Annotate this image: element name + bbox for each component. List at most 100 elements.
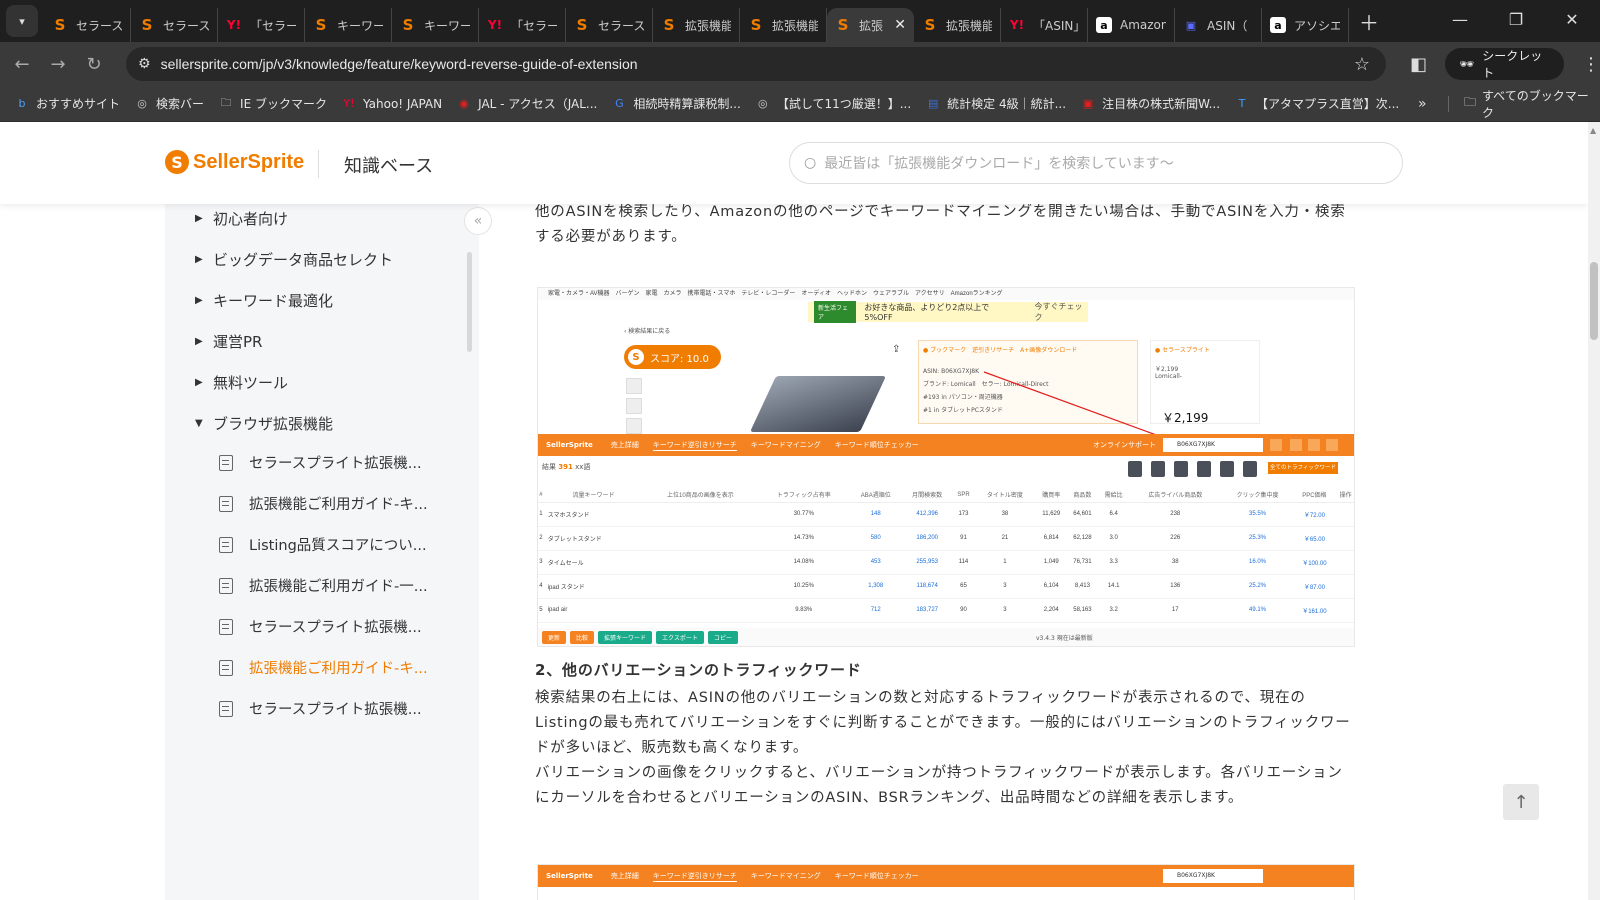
new-tab-button[interactable]: ＋ (1359, 7, 1379, 36)
tab-favicon-icon: ▣ (1185, 18, 1197, 32)
table-cell: 118,674 (901, 574, 953, 599)
bookmark-label: IE ブックマーク (240, 97, 327, 111)
reload-button[interactable]: ↻ (76, 54, 112, 75)
jsc-icon: ▤ (927, 97, 939, 110)
search-input[interactable]: ○ 最近皆は「拡張機能ダウンロード」を検索しています〜 (789, 142, 1403, 184)
table-cell: 3.0 (1098, 526, 1130, 551)
sidebar-category[interactable]: ▶ 運営PR (195, 331, 262, 352)
ext-tab: 売上詳細 (610, 872, 639, 880)
sidebar-category[interactable]: ▶ 無料ツール (195, 372, 288, 393)
minimize-button[interactable]: — (1432, 0, 1488, 40)
browser-tab[interactable]: S 拡張機能 (740, 8, 827, 42)
browser-tab[interactable]: a アソシエ (1262, 8, 1349, 42)
browser-tab[interactable]: S セラースプライト (566, 8, 653, 42)
ext-tab: キーワード逆引きリサーチ (652, 871, 737, 882)
menu-icon[interactable]: ⋮ (1582, 54, 1600, 75)
bookmark-star-icon[interactable]: ☆ (1354, 54, 1370, 75)
forward-button[interactable]: → (40, 54, 76, 75)
sidebar-scrollbar[interactable] (467, 252, 472, 352)
sidebar-doc-item[interactable]: セラースプライト拡張機... (219, 452, 422, 473)
bookmark-item[interactable]: T 【アタマプラス直営】次... (1234, 95, 1400, 112)
bookmark-item[interactable]: ▤ 統計検定 4級｜統計... (925, 95, 1066, 112)
bookmark-list: b おすすめサイト ◎ 検索バー 🗀 IE ブックマーク Y! Yahoo! JAPAN ◉ JA… (0, 95, 1400, 112)
site-info-icon[interactable]: ⚙ (138, 56, 151, 72)
table-cell: ￥100.00 (1293, 550, 1336, 575)
browser-tab[interactable]: Y! 「ASIN」 (1001, 8, 1088, 42)
table-cell: 3.2 (1098, 598, 1130, 623)
bookmark-label: 統計検定 4級｜統計... (947, 97, 1067, 111)
browser-tab[interactable]: S キーワード (392, 8, 479, 42)
browser-tab[interactable]: Y! 「セラースプライト (218, 8, 305, 42)
browser-toolbar: ← → ↻ ⚙ sellersprite.com/jp/v3/knowledge… (0, 42, 1600, 86)
sidebar-doc-item[interactable]: 拡張機能ご利用ガイド-キ... (219, 493, 428, 514)
url-text[interactable]: sellersprite.com/jp/v3/knowledge/feature… (161, 56, 638, 72)
bookmark-item[interactable]: G 相続時精算課税制... (611, 95, 741, 112)
bookmark-item[interactable]: ◎ 【試して11つ厳選！】... (755, 95, 911, 112)
browser-tab[interactable]: S 拡張機能 (653, 8, 740, 42)
site-logo[interactable]: S SellerSprite (165, 150, 304, 174)
sidebar-doc-item[interactable]: Listing品質スコアについ... (219, 534, 427, 555)
address-bar[interactable]: ⚙ sellersprite.com/jp/v3/knowledge/featu… (126, 47, 1386, 81)
scroll-thumb[interactable] (1590, 262, 1598, 340)
article-screenshot: 家電・カメラ・AV機器 バーゲン 家電 カメラ 携帯電話・スマホ テレビ・レコー… (537, 287, 1355, 647)
ext-tab: キーワード逆引きリサーチ (652, 440, 737, 451)
tab-favicon-icon: S (141, 16, 153, 34)
sidebar-doc-item[interactable]: 拡張機能ご利用ガイド-キ... (219, 657, 428, 678)
maximize-button[interactable]: ❐ (1488, 0, 1544, 40)
ext-bottom-button: 更新 (542, 630, 567, 644)
page-scrollbar[interactable]: ▲ (1588, 122, 1600, 900)
bookmark-item[interactable]: Y! Yahoo! JAPAN (341, 95, 442, 112)
bookmark-item[interactable]: 🗀 IE ブックマーク (218, 95, 327, 112)
table-cell: 25.3% (1221, 526, 1294, 551)
table-cell: 8,413 (1066, 574, 1099, 599)
browser-tab[interactable]: S セラースプライト (44, 8, 131, 42)
table-cell: 49.1% (1221, 598, 1294, 623)
bookmark-label: 相続時精算課税制... (633, 97, 741, 111)
tab-favicon-icon: S (750, 16, 762, 34)
browser-tab[interactable]: S 拡張機能 (914, 8, 1001, 42)
incognito-badge[interactable]: 🕶 シークレット (1445, 48, 1564, 80)
scroll-up-icon[interactable]: ▲ (1590, 126, 1596, 135)
sidebar-doc-item[interactable]: セラースプライト拡張機... (219, 616, 422, 637)
bookmark-item[interactable]: b おすすめサイト (14, 95, 121, 112)
browser-tab[interactable]: S 拡張 ✕ (827, 8, 914, 42)
all-bookmarks-button[interactable]: 🗀 すべてのブックマーク (1464, 87, 1600, 121)
table-cell: 10.25% (757, 574, 850, 599)
table-cell-empty (643, 550, 758, 575)
table-cell: 35.5% (1221, 502, 1294, 527)
table-cell: 6,104 (1035, 574, 1067, 599)
browser-tab[interactable]: Y! 「セラースプライト (479, 8, 566, 42)
sidebar-doc-item[interactable]: 拡張機能ご利用ガイド-一... (219, 575, 428, 596)
side-panel-icon[interactable]: ◧ (1410, 54, 1427, 75)
sidebar-category[interactable]: ▶ キーワード最適化 (195, 290, 333, 311)
table-cell: ￥72.00 (1293, 502, 1336, 527)
extension-bar: SellerSprite 売上詳細 キーワード逆引きリサーチ キーワードマイニン… (538, 865, 1354, 887)
sidebar-category[interactable]: ▶ 初心者向け (195, 208, 288, 229)
browser-tab[interactable]: S キーワード (305, 8, 392, 42)
yahoo-icon: Y! (343, 97, 355, 110)
collapse-sidebar-button[interactable]: « (464, 207, 492, 235)
table-cell: ipad air (543, 598, 644, 623)
document-icon (219, 495, 233, 512)
close-window-button[interactable]: ✕ (1544, 0, 1600, 40)
bookmark-item[interactable]: ◉ JAL - アクセス（JAL... (456, 95, 597, 112)
browser-tab[interactable]: a Amazon (1088, 8, 1175, 42)
sidebar-category[interactable]: ▼ ブラウザ拡張機能 (195, 413, 333, 434)
tab-title: 拡張 (859, 18, 884, 33)
bookmark-item[interactable]: ◎ 検索バー (134, 95, 204, 112)
tab-search-button[interactable]: ▾ (6, 5, 38, 37)
tab-favicon-icon: S (54, 16, 66, 34)
table-header: 上位10商品の画像を表示 (643, 488, 758, 503)
globe-icon: ◎ (758, 97, 768, 110)
back-button[interactable]: ← (4, 54, 40, 75)
sidebar-category[interactable]: ▶ ビッグデータ商品セレクト (195, 249, 393, 270)
back-to-top-button[interactable]: ↑ (1503, 784, 1539, 820)
tab-favicon-icon: a (1096, 17, 1112, 33)
close-tab-icon[interactable]: ✕ (894, 17, 906, 33)
bookmarks-overflow-icon[interactable]: » (1418, 96, 1427, 112)
bookmark-item[interactable]: ▣ 注目株の株式新聞W... (1080, 95, 1220, 112)
browser-tab[interactable]: ▣ ASIN（ (1175, 8, 1262, 42)
tab-favicon-icon: Y! (226, 18, 242, 32)
browser-tab[interactable]: S セラースプライト (131, 8, 218, 42)
sidebar-doc-item[interactable]: セラースプライト拡張機... (219, 698, 422, 719)
